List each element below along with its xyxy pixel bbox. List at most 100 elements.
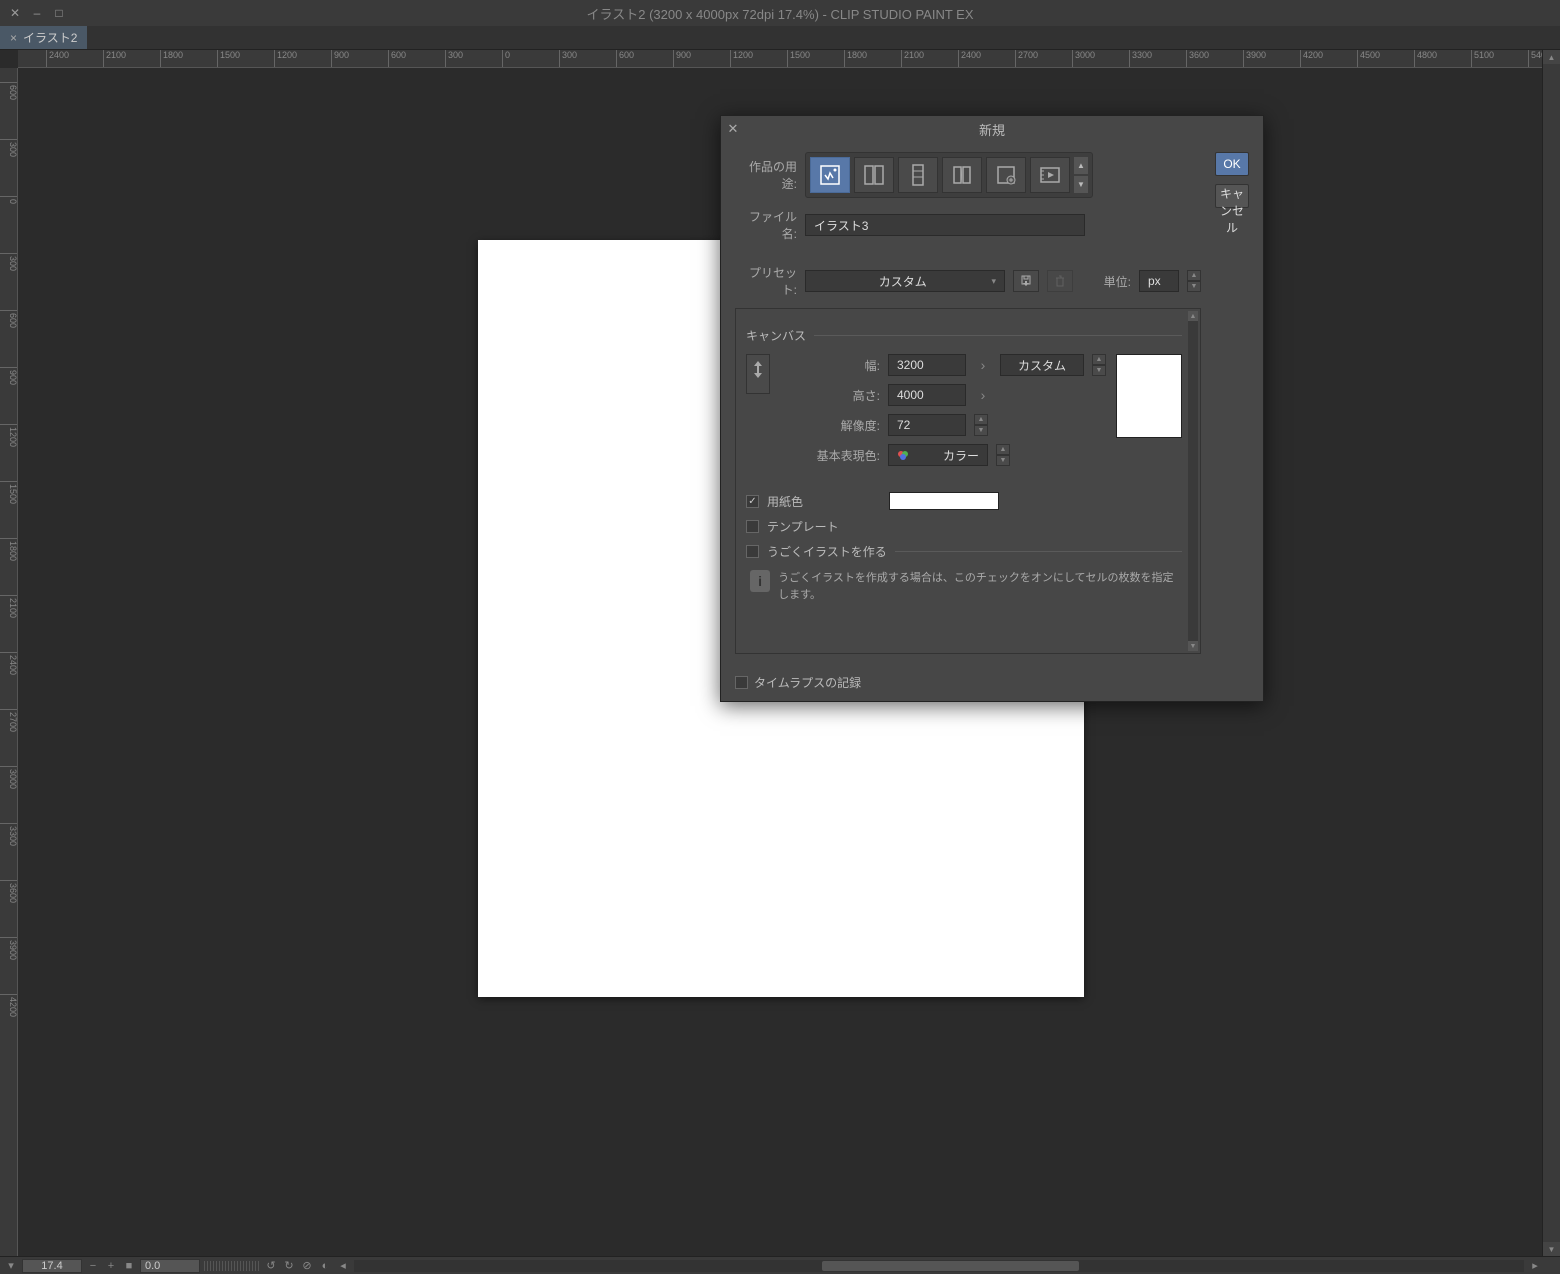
usage-comic-icon[interactable]	[854, 157, 894, 193]
ruler-tick: 300	[0, 139, 18, 157]
app-title: イラスト2 (3200 x 4000px 72dpi 17.4%) - CLIP…	[0, 4, 1560, 23]
preset-dropdown[interactable]: カスタム▾	[805, 270, 1005, 292]
ruler-tick: 1800	[160, 50, 183, 68]
unit-label: 単位:	[1104, 273, 1131, 290]
zoom-input[interactable]	[22, 1259, 82, 1273]
ruler-tick: 900	[673, 50, 691, 68]
scroll-up-icon[interactable]: ▲	[1543, 50, 1560, 64]
info-icon: i	[750, 570, 770, 592]
paper-color-swatch[interactable]	[889, 492, 999, 510]
size-preset-stepper[interactable]: ▲▼	[1092, 354, 1106, 376]
scrollbar-vertical[interactable]: ▲ ▼	[1542, 50, 1560, 1256]
paper-color-label: 用紙色	[767, 493, 803, 510]
window-minimize-icon[interactable]: –	[30, 6, 44, 20]
canvas-preview	[1116, 354, 1182, 438]
height-input[interactable]	[888, 384, 966, 406]
template-label: テンプレート	[767, 518, 839, 535]
ruler-tick: 4200	[1300, 50, 1323, 68]
preset-label: プリセット:	[735, 264, 797, 298]
ruler-tick: 4500	[1357, 50, 1380, 68]
ruler-tick: 3600	[0, 880, 18, 903]
unit-stepper[interactable]: ▲▼	[1187, 270, 1201, 292]
zoom-fit-icon[interactable]: ■	[122, 1259, 136, 1273]
filename-input[interactable]	[805, 214, 1085, 236]
resolution-stepper[interactable]: ▲▼	[974, 414, 988, 436]
window-maximize-icon[interactable]: □	[52, 6, 66, 20]
usage-scroll-down-icon[interactable]: ▼	[1074, 176, 1088, 193]
rotate-menu-icon[interactable]: ◐	[318, 1259, 332, 1273]
ruler-tick: 2100	[901, 50, 924, 68]
ruler-tick: 1500	[217, 50, 240, 68]
colormode-stepper[interactable]: ▲▼	[996, 444, 1010, 466]
usage-show-all-icon[interactable]	[942, 157, 982, 193]
ruler-tick: 3000	[0, 766, 18, 789]
usage-scroll-up-icon[interactable]: ▲	[1074, 157, 1088, 174]
moving-illust-checkbox[interactable]	[746, 545, 759, 558]
document-tab[interactable]: × イラスト2	[0, 26, 87, 49]
ruler-tick: 4200	[0, 994, 18, 1017]
canvas-section-label: キャンバス	[746, 327, 806, 344]
zoom-in-icon[interactable]: +	[104, 1259, 118, 1273]
preset-delete-icon	[1047, 270, 1073, 292]
rotation-input[interactable]	[140, 1259, 200, 1273]
usage-label: 作品の用途:	[735, 158, 797, 192]
preset-save-icon[interactable]	[1013, 270, 1039, 292]
ruler-tick: 900	[0, 367, 18, 385]
timelapse-checkbox[interactable]	[735, 676, 748, 689]
ruler-tick: 1200	[274, 50, 297, 68]
resolution-input[interactable]	[888, 414, 966, 436]
dialog-titlebar[interactable]: ✕ 新規	[721, 116, 1263, 142]
ruler-tick: 3600	[1186, 50, 1209, 68]
zoom-menu-icon[interactable]: ▾	[4, 1259, 18, 1273]
swap-orientation-button[interactable]	[746, 354, 770, 394]
ruler-tick: 3900	[1243, 50, 1266, 68]
cancel-button[interactable]: キャンセル	[1215, 184, 1249, 208]
usage-webtoon-icon[interactable]	[898, 157, 938, 193]
rotate-reset-icon[interactable]: ⊘	[300, 1259, 314, 1273]
ruler-tick: 4800	[1414, 50, 1437, 68]
titlebar: ✕ – □ イラスト2 (3200 x 4000px 72dpi 17.4%) …	[0, 0, 1560, 26]
window-close-icon[interactable]: ✕	[8, 6, 22, 20]
usage-illustration-icon[interactable]	[810, 157, 850, 193]
size-preset-dropdown[interactable]: カスタム	[1000, 354, 1084, 376]
ruler-tick: 900	[331, 50, 349, 68]
width-input[interactable]	[888, 354, 966, 376]
ruler-tick: 600	[0, 82, 18, 100]
rotate-ccw-icon[interactable]: ↺	[264, 1259, 278, 1273]
moving-illust-label: うごくイラストを作る	[767, 543, 887, 560]
scroll-right-icon[interactable]: ▸	[1528, 1259, 1542, 1273]
tab-close-icon[interactable]: ×	[10, 31, 17, 45]
scrollbar-horizontal[interactable]	[354, 1260, 1524, 1272]
scroll-thumb[interactable]	[822, 1261, 1079, 1271]
ruler-tick: 5100	[1471, 50, 1494, 68]
width-link-icon[interactable]: ›	[974, 354, 992, 376]
ok-button[interactable]: OK	[1215, 152, 1249, 176]
paper-color-checkbox[interactable]: ✓	[746, 495, 759, 508]
ruler-tick: 1800	[0, 538, 18, 561]
new-document-dialog: ✕ 新規 作品の用途:	[720, 115, 1264, 702]
rotation-slider[interactable]	[204, 1261, 260, 1271]
ruler-tick: 600	[616, 50, 634, 68]
zoom-out-icon[interactable]: −	[86, 1259, 100, 1273]
scroll-down-icon[interactable]: ▼	[1543, 1242, 1560, 1256]
moving-illust-info: うごくイラストを作成する場合は、このチェックをオンにしてセルの枚数を指定します。	[778, 570, 1178, 603]
colormode-dropdown[interactable]: カラー	[888, 444, 988, 466]
ruler-tick: 300	[559, 50, 577, 68]
usage-printing-icon[interactable]	[986, 157, 1026, 193]
ruler-tick: 2700	[0, 709, 18, 732]
ruler-tick: 1500	[0, 481, 18, 504]
unit-dropdown[interactable]: px	[1139, 270, 1179, 292]
scroll-left-icon[interactable]: ◂	[336, 1259, 350, 1273]
template-checkbox[interactable]	[746, 520, 759, 533]
height-link-icon[interactable]: ›	[974, 384, 992, 406]
section-scroll-up-icon[interactable]: ▲	[1188, 311, 1198, 321]
section-scroll-track[interactable]	[1188, 321, 1198, 641]
usage-animation-icon[interactable]	[1030, 157, 1070, 193]
ruler-tick: 600	[388, 50, 406, 68]
ruler-tick: 2400	[0, 652, 18, 675]
ruler-horizontal: 2400210018001500120090060030003006009001…	[18, 50, 1560, 68]
dialog-close-icon[interactable]: ✕	[721, 117, 745, 141]
rotate-cw-icon[interactable]: ↻	[282, 1259, 296, 1273]
section-scroll-down-icon[interactable]: ▼	[1188, 641, 1198, 651]
ruler-tick: 0	[502, 50, 510, 68]
